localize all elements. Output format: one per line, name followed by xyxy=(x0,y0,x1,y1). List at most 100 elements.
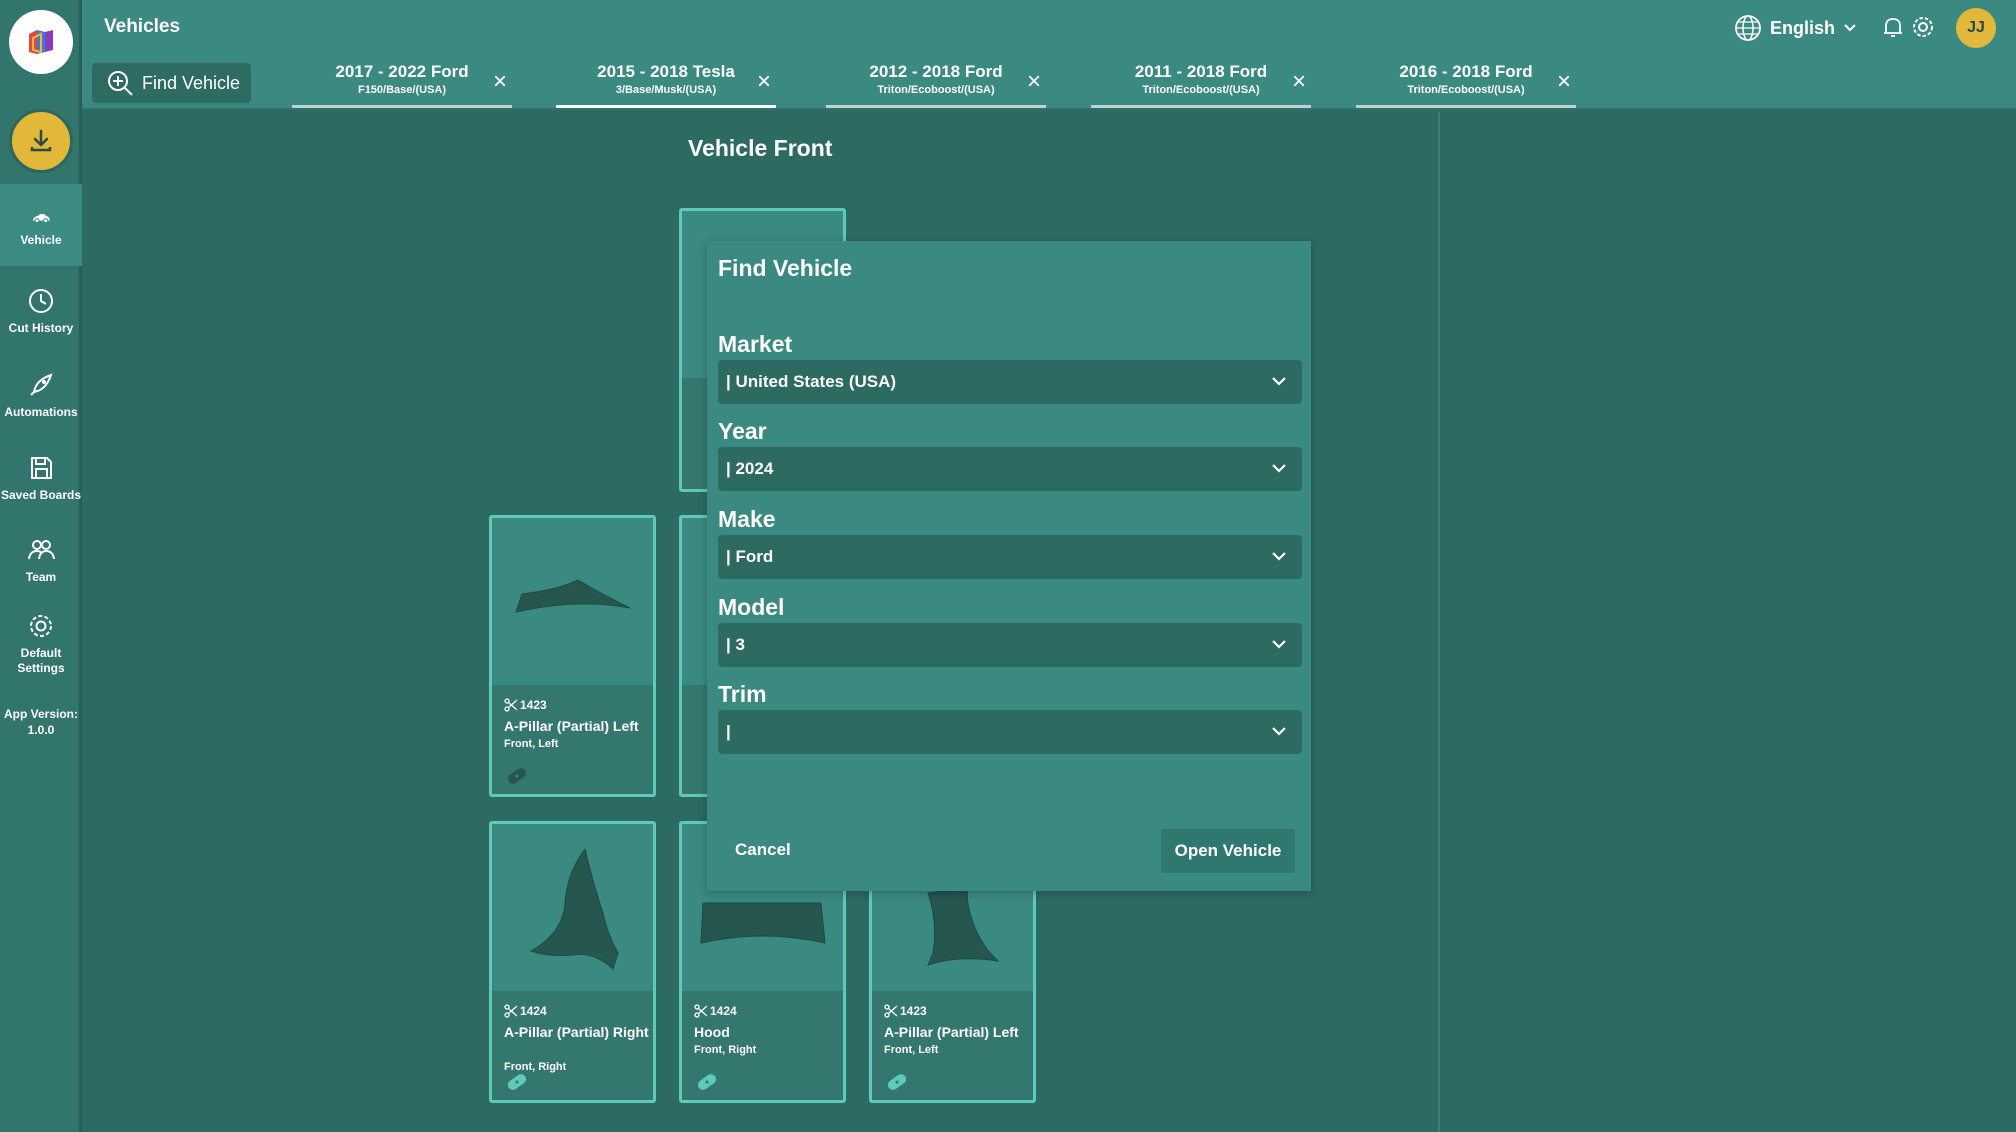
tab-title: 2011 - 2018 Ford xyxy=(1134,62,1268,81)
bandage-icon xyxy=(694,1069,720,1100)
sidebar-item-label: Vehicle xyxy=(20,233,62,247)
part-name: A-Pillar (Partial) Left xyxy=(504,718,639,734)
dialog-title: Find Vehicle xyxy=(718,255,853,281)
part-card[interactable]: 1423 A-Pillar (Partial) Left Front, Left xyxy=(489,515,656,797)
search-plus-icon xyxy=(108,71,133,96)
chevron-down-icon xyxy=(1272,640,1286,649)
sidebar-item-team[interactable]: Team xyxy=(0,535,82,585)
part-position: Front, Left xyxy=(884,1044,939,1056)
model-label: Model xyxy=(718,594,785,620)
part-image xyxy=(492,518,653,685)
find-vehicle-label: Find Vehicle xyxy=(142,72,241,93)
year-select[interactable]: | 2024 xyxy=(718,447,1302,491)
part-code: 1423 xyxy=(884,1004,927,1018)
close-icon[interactable]: × xyxy=(1022,70,1046,95)
sidebar-item-automations[interactable]: Automations xyxy=(0,370,82,420)
market-label: Market xyxy=(718,331,793,357)
tab-subtitle: F150/Base/(USA) xyxy=(357,84,447,96)
sidebar-item-vehicle[interactable]: Vehicle xyxy=(0,184,82,266)
close-icon[interactable]: × xyxy=(1552,70,1576,95)
language-selector[interactable]: English xyxy=(1734,14,1857,42)
download-icon xyxy=(30,129,52,152)
chevron-down-icon xyxy=(1844,24,1856,32)
vehicle-tab[interactable]: 2015 - 2018 Tesla 3/Base/Musk/(USA) × xyxy=(556,62,776,108)
market-select[interactable]: | United States (USA) xyxy=(718,360,1302,404)
globe-icon xyxy=(1735,15,1761,41)
logo-icon xyxy=(29,30,53,54)
scissors-icon xyxy=(504,698,518,712)
vehicle-tab[interactable]: 2012 - 2018 Ford Triton/Ecoboost/(USA) × xyxy=(826,62,1046,108)
sidebar-item-label: Automations xyxy=(4,405,78,419)
language-label: English xyxy=(1770,17,1836,38)
history-icon xyxy=(29,289,53,313)
tab-title: 2012 - 2018 Ford xyxy=(869,62,1003,81)
vehicle-tab[interactable]: 2011 - 2018 Ford Triton/Ecoboost/(USA) × xyxy=(1091,62,1311,108)
part-name: Hood xyxy=(694,1024,730,1040)
chevron-down-icon xyxy=(1272,464,1286,473)
sidebar-item-cut-history[interactable]: Cut History xyxy=(0,286,82,336)
cancel-button[interactable]: Cancel xyxy=(735,840,791,860)
sidebar-item-default-settings[interactable]: Default Settings xyxy=(0,611,82,676)
vehicle-tab[interactable]: 2017 - 2022 Ford F150/Base/(USA) × xyxy=(292,62,512,108)
trim-label: Trim xyxy=(718,681,767,707)
model-value: | 3 xyxy=(726,635,745,654)
vehicle-tab[interactable]: 2016 - 2018 Ford Triton/Ecoboost/(USA) × xyxy=(1356,62,1576,108)
sidebar-item-saved-boards[interactable]: Saved Boards xyxy=(0,453,82,503)
part-code: 1424 xyxy=(504,1004,547,1018)
part-card[interactable]: 1424 A-Pillar (Partial) Right Front, Rig… xyxy=(489,821,656,1103)
tab-subtitle: Triton/Ecoboost/(USA) xyxy=(877,84,995,96)
gear-icon xyxy=(1913,17,1933,37)
download-button[interactable] xyxy=(9,109,73,173)
car-icon xyxy=(33,213,50,224)
open-vehicle-button[interactable]: Open Vehicle xyxy=(1161,829,1295,873)
scissors-icon xyxy=(884,1004,898,1018)
a-pillar-shape xyxy=(514,578,630,613)
team-icon xyxy=(28,540,55,560)
sidebar: Vehicle Cut History Automations Saved Bo… xyxy=(0,0,82,1132)
sidebar-item-label: Saved Boards xyxy=(0,488,82,502)
scissors-icon xyxy=(504,1004,518,1018)
a-pillar-shape xyxy=(529,847,619,970)
avatar[interactable]: JJ xyxy=(1956,8,1996,48)
year-label: Year xyxy=(718,418,767,444)
tab-title: 2016 - 2018 Ford xyxy=(1399,62,1533,81)
part-position: Front, Left xyxy=(504,738,559,750)
part-code: 1424 xyxy=(694,1004,737,1018)
make-select[interactable]: | Ford xyxy=(718,535,1302,579)
app-logo[interactable] xyxy=(9,10,73,74)
chevron-down-icon xyxy=(1272,727,1286,736)
tab-title: 2017 - 2022 Ford xyxy=(335,62,469,81)
scissors-icon xyxy=(694,1004,708,1018)
part-image xyxy=(492,824,653,991)
notifications-button[interactable] xyxy=(1881,15,1905,44)
sidebar-item-label: Cut History xyxy=(8,321,74,335)
close-icon[interactable]: × xyxy=(1287,70,1311,95)
part-code: 1423 xyxy=(504,698,547,712)
section-title: Vehicle Front xyxy=(688,135,833,161)
part-name: A-Pillar (Partial) Right xyxy=(504,1024,649,1040)
panel-divider xyxy=(1438,112,1440,1132)
trim-select[interactable]: | xyxy=(718,710,1302,754)
rocket-icon xyxy=(30,373,53,396)
close-icon[interactable]: × xyxy=(752,70,776,95)
part-code-value: 1424 xyxy=(520,1004,547,1018)
sidebar-item-label: Team xyxy=(25,570,57,584)
page-title: Vehicles xyxy=(104,16,181,37)
year-value: | 2024 xyxy=(726,459,774,478)
top-bar: Vehicles English JJ xyxy=(82,0,2016,56)
tab-subtitle: Triton/Ecoboost/(USA) xyxy=(1407,84,1525,96)
settings-button[interactable] xyxy=(1910,14,1936,45)
find-vehicle-dialog: Find Vehicle Market | United States (USA… xyxy=(707,241,1311,891)
bell-icon xyxy=(1884,18,1902,37)
trim-value: | xyxy=(726,722,731,741)
find-vehicle-button[interactable]: Find Vehicle xyxy=(92,63,251,103)
sidebar-item-label: Default Settings xyxy=(17,646,65,675)
part-name: A-Pillar (Partial) Left xyxy=(884,1024,1019,1040)
chevron-down-icon xyxy=(1272,377,1286,386)
vehicle-tab-bar: Find Vehicle 2017 - 2022 Ford F150/Base/… xyxy=(82,56,2016,110)
save-icon xyxy=(31,457,52,479)
model-select[interactable]: | 3 xyxy=(718,623,1302,667)
close-icon[interactable]: × xyxy=(488,70,512,95)
bandage-icon xyxy=(884,1069,910,1100)
gear-icon xyxy=(30,615,52,637)
